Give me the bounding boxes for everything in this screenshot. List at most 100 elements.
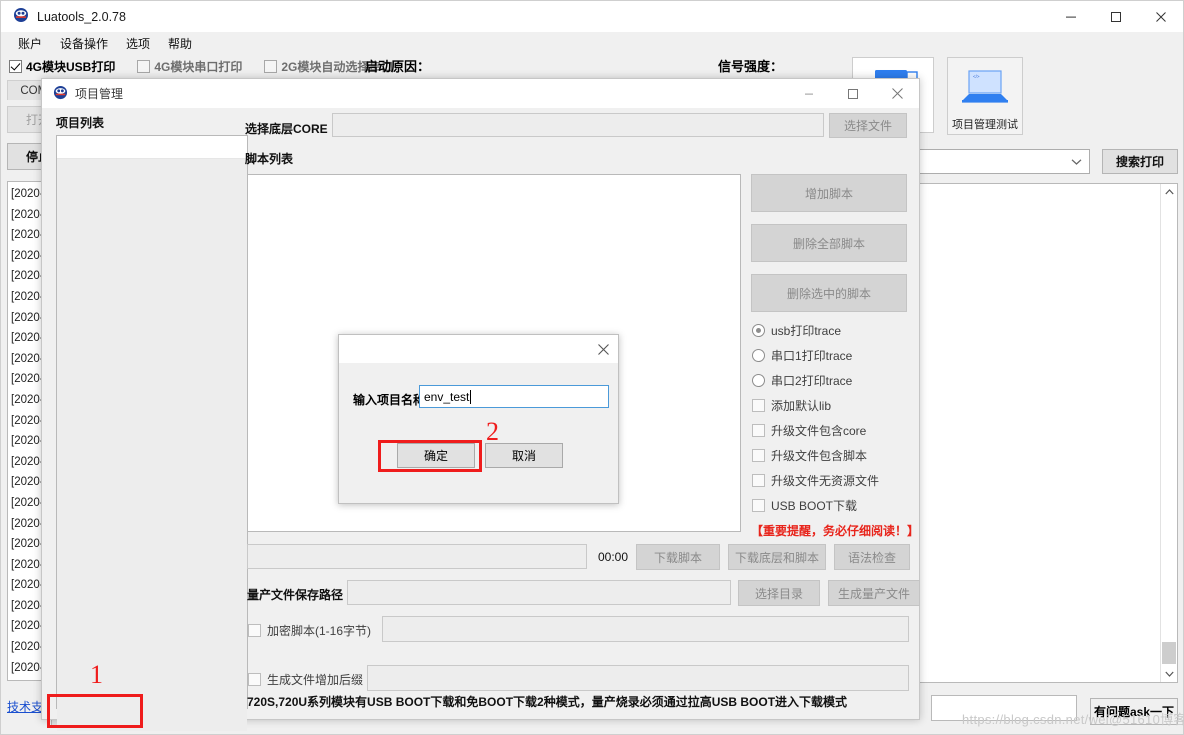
project-list-selected-row[interactable] — [57, 136, 247, 159]
checkbox-box-icon — [9, 60, 22, 73]
luatools-app-icon — [13, 7, 29, 26]
checkbox-label: 升级文件无资源文件 — [771, 474, 880, 488]
generate-mass-file-button[interactable]: 生成量产文件 — [828, 580, 920, 606]
add-script-button[interactable]: 增加脚本 — [751, 174, 907, 212]
project-name-label: 输入项目名称 — [353, 393, 426, 407]
scroll-down-icon[interactable] — [1161, 666, 1177, 682]
project-name-input[interactable]: env_test — [419, 385, 609, 408]
device-select-combo[interactable] — [912, 149, 1090, 174]
name-dialog-titlebar — [339, 335, 618, 363]
checkbox-box-icon — [752, 399, 765, 412]
core-label: 选择底层CORE — [245, 122, 328, 136]
radio-label: 串口1打印trace — [771, 349, 853, 363]
syntax-check-button[interactable]: 语法检查 — [834, 544, 910, 570]
close-button[interactable] — [1138, 1, 1183, 32]
checkbox-label: 生成文件增加后缀 — [267, 673, 364, 687]
tech-support-link[interactable]: 技术支 — [7, 698, 43, 715]
progress-field — [247, 544, 587, 569]
checkbox-add-default-lib[interactable]: 添加默认lib — [752, 397, 831, 414]
important-warning-text: 【重要提醒，务必仔细阅读！】 — [751, 524, 920, 538]
checkbox-box-icon — [752, 499, 765, 512]
project-dialog-close-button[interactable] — [875, 79, 919, 108]
checkbox-label: 4G模块USB打印 — [26, 60, 116, 74]
text-caret — [470, 389, 472, 404]
menu-item-account[interactable]: 账户 — [9, 33, 51, 54]
radio-box-icon — [752, 349, 765, 362]
radio-serial1-trace[interactable]: 串口1打印trace — [752, 347, 852, 364]
checkbox-usb-boot-download[interactable]: USB BOOT下载 — [752, 497, 857, 514]
download-script-button[interactable]: 下载脚本 — [636, 544, 720, 570]
core-path-field[interactable] — [332, 113, 824, 137]
checkbox-4g-usb-print[interactable]: 4G模块USB打印 — [9, 58, 115, 75]
luatools-app-icon — [53, 85, 68, 103]
right-output-panel[interactable] — [912, 183, 1178, 683]
project-dialog-title: 项目管理 — [75, 87, 124, 101]
checkbox-label: 升级文件包含脚本 — [771, 449, 868, 463]
tile-label: 项目管理测试 — [952, 119, 1018, 131]
annotation-number-1: 1 — [90, 660, 103, 689]
checkbox-add-suffix[interactable]: 生成文件增加后缀 — [248, 671, 363, 688]
project-name-input-value: env_test — [424, 389, 470, 404]
name-dialog-close-button[interactable] — [592, 339, 614, 359]
checkbox-box-icon — [248, 673, 261, 686]
radio-box-icon — [752, 324, 765, 337]
checkbox-4g-serial-print[interactable]: 4G模块串口打印 — [137, 58, 242, 75]
scrollbar-thumb[interactable] — [1162, 642, 1176, 664]
mass-path-field[interactable] — [347, 580, 731, 605]
checkbox-label: 升级文件包含core — [771, 424, 867, 438]
annotation-number-2: 2 — [486, 417, 499, 446]
tile-project-management-test[interactable]: </> 项目管理测试 — [947, 57, 1023, 135]
minimize-button[interactable] — [1048, 1, 1093, 32]
project-list[interactable] — [56, 135, 248, 731]
svg-text:</>: </> — [973, 74, 980, 79]
menu-item-options[interactable]: 选项 — [117, 33, 159, 54]
annotation-box-1 — [47, 694, 143, 728]
checkbox-upgrade-no-resource[interactable]: 升级文件无资源文件 — [752, 472, 879, 489]
project-list-body — [57, 159, 247, 731]
radio-usb-trace[interactable]: usb打印trace — [752, 322, 841, 339]
footnote-text: 720S,720U系列模块有USB BOOT下载和免BOOT下载2种模式，量产烧… — [247, 695, 848, 709]
maximize-button[interactable] — [1093, 1, 1138, 32]
checkbox-box-icon — [248, 624, 261, 637]
project-dialog-minimize-button[interactable] — [787, 79, 831, 108]
signal-strength-label: 信号强度： — [718, 59, 784, 74]
choose-directory-button[interactable]: 选择目录 — [738, 580, 820, 606]
checkbox-label: 添加默认lib — [771, 399, 832, 413]
suffix-field[interactable] — [367, 665, 909, 691]
timer-label: 00:00 — [598, 550, 629, 564]
checkbox-box-icon — [752, 424, 765, 437]
script-list-label: 脚本列表 — [245, 152, 294, 166]
checkbox-upgrade-includes-core[interactable]: 升级文件包含core — [752, 422, 866, 439]
delete-selected-script-button[interactable]: 删除选中的脚本 — [751, 274, 907, 312]
checkbox-upgrade-includes-script[interactable]: 升级文件包含脚本 — [752, 447, 867, 464]
menu-item-device-ops[interactable]: 设备操作 — [51, 33, 117, 54]
project-name-dialog: 输入项目名称 env_test 确定 取消 — [338, 334, 619, 504]
mass-path-label: 量产文件保存路径 — [247, 588, 344, 602]
choose-file-button[interactable]: 选择文件 — [829, 113, 907, 138]
annotation-box-2 — [378, 440, 482, 472]
encrypt-key-field[interactable] — [382, 616, 909, 642]
main-window-controls — [1048, 1, 1183, 32]
menu-bar: 账户 设备操作 选项 帮助 — [1, 32, 1183, 54]
boot-reason-label: 启动原因： — [365, 59, 431, 74]
download-core-and-script-button[interactable]: 下载底层和脚本 — [728, 544, 826, 570]
project-dialog-titlebar: 项目管理 — [42, 79, 919, 108]
checkbox-box-icon — [137, 60, 151, 73]
app-title: Luatools_2.0.78 — [37, 9, 126, 24]
project-dialog-window-controls — [787, 79, 919, 108]
main-titlebar: Luatools_2.0.78 — [1, 1, 1183, 32]
search-print-button[interactable]: 搜索打印 — [1102, 149, 1178, 174]
radio-label: usb打印trace — [771, 324, 842, 338]
right-panel-scrollbar[interactable] — [1160, 184, 1177, 682]
checkbox-encrypt-script[interactable]: 加密脚本(1-16字节) — [248, 622, 371, 639]
radio-serial2-trace[interactable]: 串口2打印trace — [752, 372, 852, 389]
checkbox-box-icon — [752, 449, 765, 462]
scroll-up-icon[interactable] — [1161, 184, 1177, 200]
menu-item-help[interactable]: 帮助 — [159, 33, 201, 54]
watermark-text: https://blog.csdn.net/wei@51610博客 — [962, 712, 1184, 727]
project-list-label: 项目列表 — [56, 116, 105, 130]
project-dialog-maximize-button[interactable] — [831, 79, 875, 108]
checkbox-label: 4G模块串口打印 — [154, 60, 243, 74]
radio-box-icon — [752, 374, 765, 387]
delete-all-scripts-button[interactable]: 删除全部脚本 — [751, 224, 907, 262]
